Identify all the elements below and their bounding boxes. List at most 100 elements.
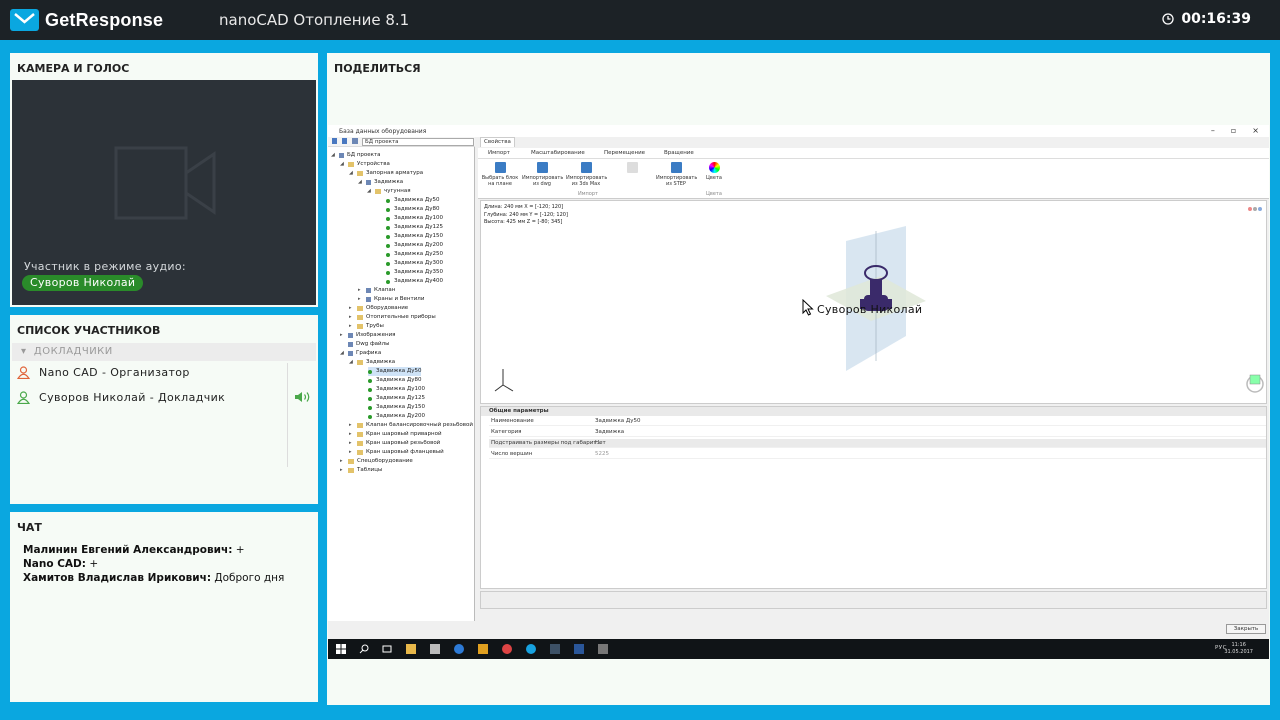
tree-item[interactable]: Задвижка Ду200 — [386, 241, 443, 250]
prop-row[interactable]: Категория Задвижка — [489, 428, 1266, 437]
ribbon-tab-rotate[interactable]: Вращение — [664, 149, 694, 158]
ribbon-tab-scale[interactable]: Масштабирование — [531, 149, 585, 158]
calculator-icon[interactable] — [430, 644, 440, 654]
tree-item[interactable]: Задвижка Ду100 — [386, 214, 443, 223]
tree-item[interactable]: ◢ чугунная — [367, 187, 411, 196]
prop-row[interactable]: Подстраивать размеры под габарит... Нет — [489, 439, 1266, 448]
import-dwg-button[interactable]: Импортировать из dwg — [522, 162, 563, 187]
tree-item[interactable]: ▸ Кран шаровый резьбовой — [349, 439, 440, 448]
speaker-volume-icon[interactable] — [294, 391, 312, 403]
restore-icon[interactable]: ▫ — [1231, 126, 1236, 135]
dwg-icon — [536, 162, 548, 173]
windows-start-icon[interactable] — [336, 644, 346, 654]
participant-row-organizer[interactable]: Nano CAD - Организатор — [17, 363, 190, 381]
tree-item[interactable]: ◢ Задвижка — [358, 178, 403, 187]
props-section-header[interactable]: Общие параметры — [481, 407, 1266, 416]
search-icon[interactable] — [359, 644, 369, 654]
mouse-cursor-icon — [802, 299, 814, 316]
nc-properties-panel: Общие параметры Наименование Задвижка Ду5… — [480, 406, 1267, 589]
tree-item[interactable]: ▸ Краны и Вентили — [358, 295, 424, 304]
column-divider — [287, 363, 288, 467]
tree-item[interactable]: ▸ Спецоборудование — [340, 457, 413, 466]
nc-db-combo[interactable]: БД проекта — [362, 138, 474, 146]
nanocad-icon[interactable] — [550, 644, 560, 654]
ribbon-tab-move[interactable]: Перемещение — [604, 149, 645, 158]
tree-item[interactable]: ▸ Оборудование — [349, 304, 408, 313]
tree-item[interactable]: Задвижка Ду150 — [386, 232, 443, 241]
tree-item[interactable]: Задвижка Ду400 — [386, 277, 443, 286]
chat-message: Хамитов Владислав Ирикович: Доброго дня — [23, 571, 284, 585]
arrow-up-icon[interactable] — [332, 138, 337, 144]
nc-tree-toolbar: БД проекта — [328, 137, 475, 147]
task-view-icon[interactable] — [382, 644, 392, 654]
tree-item[interactable]: ◢ Запорная арматура — [349, 169, 423, 178]
colors-button[interactable]: Цвета — [694, 162, 734, 181]
skype-icon[interactable] — [526, 644, 536, 654]
database-icon[interactable] — [352, 138, 358, 144]
nc-ribbon-tabs: Импорт Масштабирование Перемещение Враще… — [478, 148, 1269, 159]
arrow-down-icon[interactable] — [342, 138, 347, 144]
tree-item[interactable]: Задвижка Ду125 — [386, 223, 443, 232]
tree-item-selected[interactable]: Задвижка Ду50 — [368, 367, 422, 376]
edge-browser-icon[interactable] — [454, 644, 464, 654]
user-icon — [17, 390, 30, 404]
taskbar-clock[interactable]: 11:16 31.05.2017 — [1224, 642, 1253, 656]
tree-item[interactable]: Задвижка Ду80 — [368, 376, 421, 385]
nc-window-controls: – ▫ × — [1211, 126, 1259, 135]
prop-row[interactable]: Число вершин 5225 — [489, 450, 1266, 459]
participants-panel: СПИСОК УЧАСТНИКОВ ▾ ДОКЛАДЧИКИ Nano CAD … — [10, 315, 318, 504]
chrome-icon[interactable] — [502, 644, 512, 654]
word-icon[interactable] — [574, 644, 584, 654]
chat-messages: Малинин Евгений Александрович: + Nano CA… — [23, 543, 284, 585]
import-step-button[interactable]: Импортировать из STEP — [656, 162, 697, 187]
participant-row-presenter[interactable]: Суворов Николай - Докладчик — [17, 388, 225, 406]
tree-item[interactable]: ▸ Трубы — [349, 322, 384, 331]
camera-panel: КАМЕРА И ГОЛОС Участник в режиме аудио: … — [10, 53, 318, 307]
presenters-group-header[interactable]: ▾ ДОКЛАДЧИКИ — [12, 343, 316, 361]
tree-item[interactable]: Задвижка Ду125 — [368, 394, 425, 403]
group-label: ДОКЛАДЧИКИ — [33, 346, 113, 357]
tree-item[interactable]: Dwg файлы — [340, 340, 389, 349]
tree-item[interactable]: Задвижка Ду300 — [386, 259, 443, 268]
tree-item[interactable]: ▸ Изображения — [340, 331, 395, 340]
tree-item[interactable]: ▸ Кран шаровый приварной — [349, 430, 442, 439]
close-icon[interactable]: × — [1252, 126, 1259, 135]
tree-item[interactable]: ▸ Таблицы — [340, 466, 382, 475]
tree-item[interactable]: Задвижка Ду80 — [386, 205, 439, 214]
tree-item[interactable]: ▸ Клапан балансировочный резьбовой — [349, 421, 473, 430]
view-cube-icon[interactable] — [1246, 371, 1264, 393]
audio-mode-note: Участник в режиме аудио: — [24, 260, 186, 273]
minimize-icon[interactable]: – — [1211, 126, 1215, 135]
tree-item[interactable]: ◢ Устройства — [340, 160, 390, 169]
shared-nanocad-window: База данных оборудования – ▫ × БД проект… — [328, 125, 1269, 639]
nc-close-button[interactable]: Закрыть — [1226, 624, 1266, 634]
view-settings-icon[interactable] — [1247, 205, 1263, 213]
tree-item[interactable]: ◢ Графика — [340, 349, 381, 358]
tree-item[interactable]: Задвижка Ду250 — [386, 250, 443, 259]
user-icon — [17, 365, 30, 379]
outlook-icon[interactable] — [478, 644, 488, 654]
tree-item[interactable]: ◢ БД проекта — [331, 151, 381, 160]
ribbon-tab-import[interactable]: Импорт — [488, 149, 510, 158]
select-block-button[interactable]: Выбрать блок на плане — [480, 162, 520, 187]
tree-item[interactable]: Задвижка Ду50 — [386, 196, 439, 205]
app-icon[interactable] — [598, 644, 608, 654]
message-text: + — [89, 558, 99, 570]
tree-item[interactable]: ▸ Отопительные приборы — [349, 313, 436, 322]
tree-item[interactable]: ◢ Задвижка — [349, 358, 395, 367]
shared-windows-taskbar: РУС 11:16 31.05.2017 — [328, 639, 1269, 659]
file-explorer-icon[interactable] — [406, 644, 416, 654]
tree-item[interactable]: Задвижка Ду100 — [368, 385, 425, 394]
participant-name: Суворов Николай - Докладчик — [39, 390, 226, 404]
tree-item[interactable]: ▸ Кран шаровый фланцевый — [349, 448, 444, 457]
nc-3d-viewport[interactable]: Длина: 240 мм X = [-120; 120] Глубина: 2… — [480, 200, 1267, 404]
prop-row[interactable]: Наименование Задвижка Ду50 — [489, 417, 1266, 426]
tree-item[interactable]: Задвижка Ду200 — [368, 412, 425, 421]
import-3ds-button[interactable]: Импортировать из 3ds Max — [566, 162, 607, 187]
tab-properties[interactable]: Свойства — [480, 137, 515, 147]
tree-item[interactable]: Задвижка Ду350 — [386, 268, 443, 277]
tree-item[interactable]: ▸ Клапан — [358, 286, 395, 295]
tree-item[interactable]: Задвижка Ду150 — [368, 403, 425, 412]
chat-message: Малинин Евгений Александрович: + — [23, 543, 284, 557]
ribbon-group-label: Цвета — [706, 191, 722, 197]
